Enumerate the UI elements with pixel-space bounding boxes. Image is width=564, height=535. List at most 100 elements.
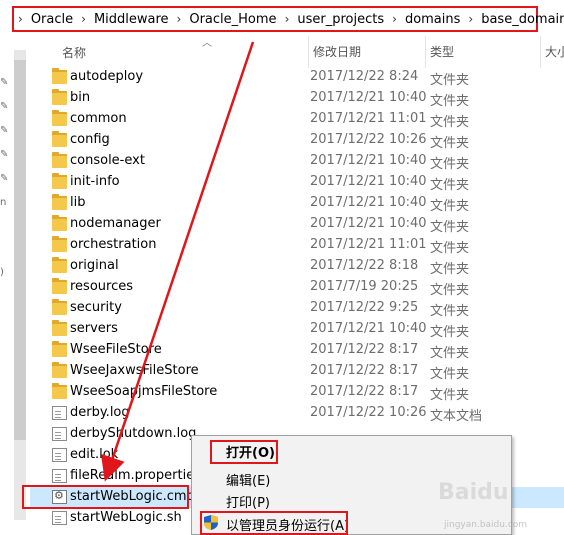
highlight-box-open xyxy=(210,440,278,464)
pin-icon[interactable]: ✎ xyxy=(0,102,10,112)
file-date: 2017/12/21 10:40 xyxy=(310,153,427,168)
pin-icon[interactable]: ✎ xyxy=(0,150,10,160)
breadcrumb-separator: › xyxy=(284,12,290,26)
file-row[interactable]: bin 2017/12/21 10:40 文件夹 xyxy=(30,88,564,109)
file-date: 2017/12/21 10:40 xyxy=(310,90,427,105)
file-row[interactable]: resources 2017/7/19 20:25 文件夹 xyxy=(30,277,564,298)
breadcrumb-item-oracle-home[interactable]: Oracle_Home xyxy=(189,12,276,27)
folder-icon xyxy=(52,236,67,252)
sort-ascending-icon: ︿ xyxy=(202,38,212,49)
file-date: 2017/12/21 10:40 xyxy=(310,195,427,210)
file-date: 2017/12/22 8:17 xyxy=(310,342,419,357)
file-row[interactable]: common 2017/12/21 11:01 文件夹 xyxy=(30,109,564,130)
file-name: resources xyxy=(70,279,134,294)
breadcrumb-separator: › xyxy=(176,12,182,26)
file-name: nodemanager xyxy=(70,216,161,231)
breadcrumb-separator: › xyxy=(81,12,86,26)
document-icon xyxy=(52,448,67,462)
file-row[interactable]: WseeJaxwsFileStore 2017/12/22 8:17 文件夹 xyxy=(30,361,564,382)
folder-icon xyxy=(52,131,67,147)
vertical-scrollbar-thumb[interactable] xyxy=(14,60,26,440)
file-row[interactable]: nodemanager 2017/12/21 10:40 文件夹 xyxy=(30,214,564,235)
breadcrumb-item-base-domain[interactable]: base_domain xyxy=(481,12,564,27)
file-date: 2017/12/22 8:24 xyxy=(310,69,419,84)
file-row[interactable]: console-ext 2017/12/21 10:40 文件夹 xyxy=(30,151,564,172)
nav-label-fragment: ) xyxy=(0,267,4,278)
file-date: 2017/7/19 20:25 xyxy=(310,279,419,294)
menu-item-edit[interactable]: 编辑(E) xyxy=(226,470,270,489)
file-name: derbyShutdown.log xyxy=(70,426,197,441)
pin-icon[interactable]: ✎ xyxy=(0,174,10,184)
folder-icon xyxy=(52,215,67,231)
folder-icon xyxy=(52,341,67,357)
breadcrumb-item-middleware[interactable]: Middleware xyxy=(94,12,169,27)
file-type: 文件夹 xyxy=(430,136,470,151)
file-name: edit.lok xyxy=(70,447,119,462)
folder-icon xyxy=(52,89,67,105)
file-name: bin xyxy=(70,90,91,105)
file-date: 2017/12/21 10:40 xyxy=(310,321,427,336)
file-type: 文件夹 xyxy=(430,367,470,382)
file-date: 2017/12/22 10:26 xyxy=(310,132,427,147)
file-name: lib xyxy=(70,195,86,210)
highlight-box-run-as-admin xyxy=(200,511,348,535)
file-type: 文件夹 xyxy=(430,178,470,193)
file-row[interactable]: WseeFileStore 2017/12/22 8:17 文件夹 xyxy=(30,340,564,361)
breadcrumb-item-user-projects[interactable]: user_projects xyxy=(297,12,384,27)
file-name: common xyxy=(70,111,127,126)
file-row[interactable]: derby.log 2017/12/22 10:26 文本文档 xyxy=(30,403,564,424)
breadcrumb-item-oracle[interactable]: Oracle xyxy=(31,12,73,27)
breadcrumb-separator: › xyxy=(18,12,23,26)
breadcrumb-separator: › xyxy=(392,12,397,26)
file-type: 文件夹 xyxy=(430,283,470,298)
file-type: 文件夹 xyxy=(430,220,470,235)
file-type: 文件夹 xyxy=(430,304,470,319)
breadcrumb-item-domains[interactable]: domains xyxy=(405,12,460,27)
file-row[interactable]: servers 2017/12/21 10:40 文件夹 xyxy=(30,319,564,340)
pin-icon[interactable]: ✎ xyxy=(0,126,10,136)
file-type: 文件夹 xyxy=(430,115,470,130)
file-name: console-ext xyxy=(70,153,145,168)
document-icon xyxy=(52,469,67,483)
file-name: fileRealm.properties xyxy=(70,468,201,483)
pin-icon[interactable]: ✎ xyxy=(0,78,10,88)
document-icon xyxy=(52,406,67,420)
file-type: 文件夹 xyxy=(430,241,470,256)
file-type: 文件夹 xyxy=(430,325,470,340)
pin-icon[interactable]: n xyxy=(0,198,10,208)
document-icon xyxy=(52,511,67,525)
file-date: 2017/12/22 10:26 xyxy=(310,405,427,420)
folder-icon xyxy=(52,257,67,273)
file-row[interactable]: config 2017/12/22 10:26 文件夹 xyxy=(30,130,564,151)
folder-icon xyxy=(52,110,67,126)
folder-icon xyxy=(52,278,67,294)
file-type: 文件夹 xyxy=(430,199,470,214)
file-row[interactable]: autodeploy 2017/12/22 8:24 文件夹 xyxy=(30,67,564,88)
menu-item-print[interactable]: 打印(P) xyxy=(226,492,270,511)
file-row[interactable]: original 2017/12/22 8:18 文件夹 xyxy=(30,256,564,277)
folder-icon xyxy=(52,68,67,84)
file-name: config xyxy=(70,132,110,147)
file-type: 文件夹 xyxy=(430,73,470,88)
file-date: 2017/12/22 8:17 xyxy=(310,363,419,378)
file-row[interactable]: orchestration 2017/12/21 11:01 文件夹 xyxy=(30,235,564,256)
file-name: WseeJaxwsFileStore xyxy=(70,363,199,378)
column-header-name[interactable]: 名称 xyxy=(62,44,86,61)
file-date: 2017/12/21 11:01 xyxy=(310,111,427,126)
file-name: startWebLogic.sh xyxy=(70,510,182,525)
column-header-size[interactable]: 大小 xyxy=(540,36,564,68)
breadcrumb[interactable]: › Oracle › Middleware › Oracle_Home › us… xyxy=(12,6,564,32)
file-row[interactable]: WseeSoapjmsFileStore 2017/12/22 8:17 文件夹 xyxy=(30,382,564,403)
file-name: init-info xyxy=(70,174,120,189)
column-header-date[interactable]: 修改日期 xyxy=(308,36,361,68)
file-row[interactable]: security 2017/12/22 9:25 文件夹 xyxy=(30,298,564,319)
file-explorer-window: › Oracle › Middleware › Oracle_Home › us… xyxy=(0,0,564,535)
highlight-box-selected-file xyxy=(22,485,189,509)
file-date: 2017/12/21 11:01 xyxy=(310,237,427,252)
file-row[interactable]: init-info 2017/12/21 10:40 文件夹 xyxy=(30,172,564,193)
column-header-type[interactable]: 类型 xyxy=(425,36,454,68)
file-type: 文件夹 xyxy=(430,388,470,403)
navigation-pane-edge: ✎ ✎ ✎ ✎ ✎ n ) xyxy=(0,34,12,535)
file-row[interactable]: lib 2017/12/21 10:40 文件夹 xyxy=(30,193,564,214)
file-type: 文本文档 xyxy=(430,409,483,424)
